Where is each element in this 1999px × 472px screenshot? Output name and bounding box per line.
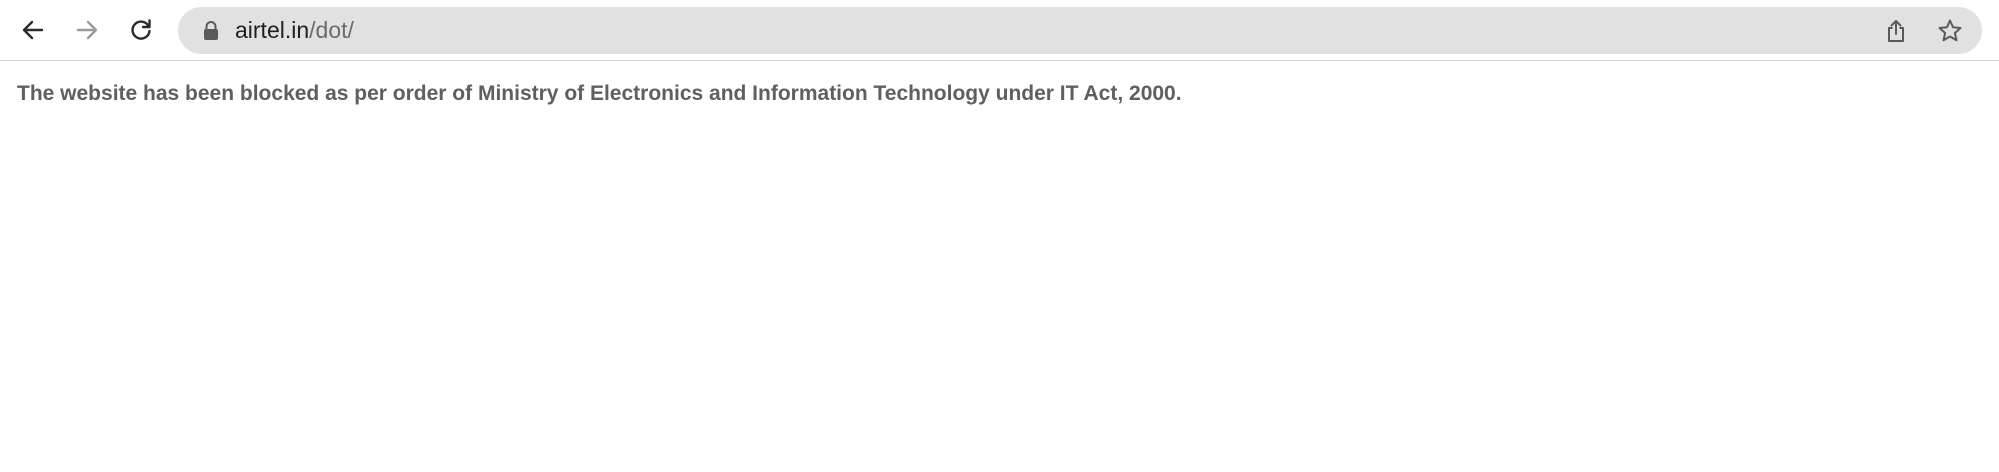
url-path: /dot/ [309,17,354,43]
share-icon [1888,20,1904,42]
share-button[interactable] [1883,18,1909,44]
arrow-left-icon [22,20,44,40]
forward-button[interactable] [67,10,107,50]
lock-icon[interactable] [202,21,220,40]
url-host: airtel.in [235,17,310,43]
star-icon [1938,19,1962,42]
bookmark-button[interactable] [1937,18,1963,44]
address-bar[interactable]: airtel.in/dot/ [178,7,1982,54]
arrow-right-icon [76,20,98,40]
reload-button[interactable] [121,10,161,50]
reload-icon [131,19,151,40]
blocked-message: The website has been blocked as per orde… [17,82,1182,105]
url-text[interactable]: airtel.in/dot/ [235,7,354,54]
browser-toolbar: airtel.in/dot/ [0,0,1999,61]
back-button[interactable] [13,10,53,50]
